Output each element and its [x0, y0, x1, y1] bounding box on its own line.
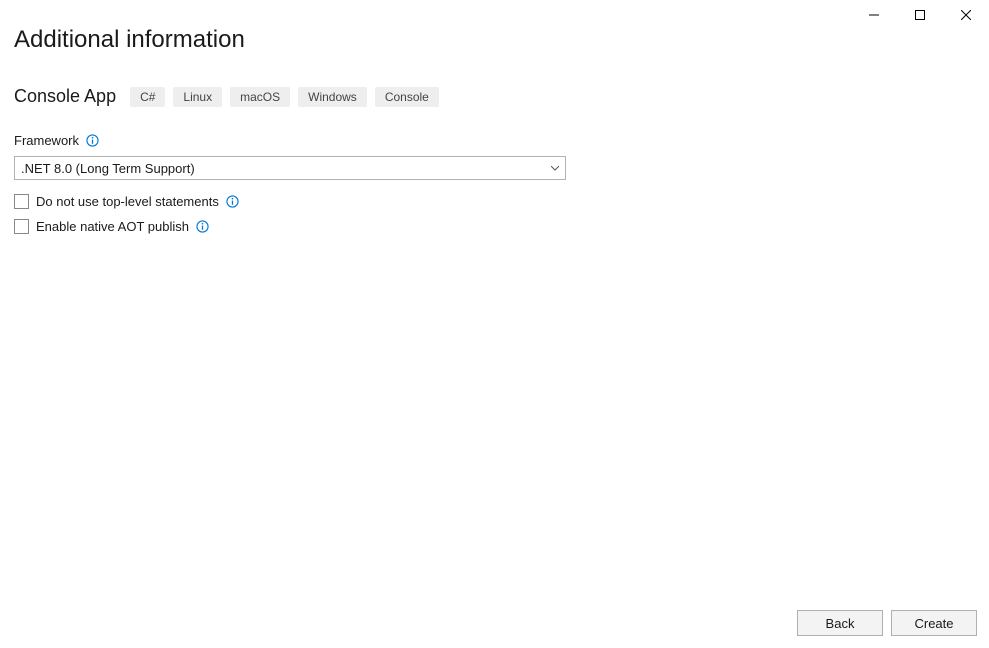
tag-linux: Linux [173, 87, 222, 107]
aot-checkbox-row: Enable native AOT publish [14, 219, 975, 234]
window-controls [851, 0, 989, 30]
tag-csharp: C# [130, 87, 165, 107]
info-icon[interactable] [196, 220, 210, 234]
info-icon[interactable] [226, 195, 240, 209]
aot-checkbox[interactable] [14, 219, 29, 234]
toplevel-checkbox[interactable] [14, 194, 29, 209]
maximize-button[interactable] [897, 0, 943, 30]
framework-label: Framework [14, 133, 79, 148]
chevron-down-icon [551, 166, 559, 171]
toplevel-checkbox-row: Do not use top-level statements [14, 194, 975, 209]
subtitle-row: Console App C# Linux macOS Windows Conso… [14, 86, 975, 107]
info-icon[interactable] [85, 134, 99, 148]
toplevel-checkbox-label: Do not use top-level statements [36, 194, 219, 209]
framework-label-row: Framework [14, 133, 975, 148]
framework-dropdown[interactable]: .NET 8.0 (Long Term Support) [14, 156, 566, 180]
tag-console: Console [375, 87, 439, 107]
main-content: Additional information Console App C# Li… [0, 0, 989, 258]
aot-checkbox-label: Enable native AOT publish [36, 219, 189, 234]
close-button[interactable] [943, 0, 989, 30]
close-icon [961, 10, 971, 20]
project-type-subtitle: Console App [14, 86, 116, 107]
minimize-icon [869, 10, 879, 20]
back-button[interactable]: Back [797, 610, 883, 636]
framework-selected-value: .NET 8.0 (Long Term Support) [21, 161, 195, 176]
tag-windows: Windows [298, 87, 367, 107]
maximize-icon [915, 10, 925, 20]
tag-group: C# Linux macOS Windows Console [130, 87, 439, 107]
page-title: Additional information [14, 26, 975, 54]
minimize-button[interactable] [851, 0, 897, 30]
tag-macos: macOS [230, 87, 290, 107]
create-button[interactable]: Create [891, 610, 977, 636]
footer-buttons: Back Create [797, 610, 977, 636]
